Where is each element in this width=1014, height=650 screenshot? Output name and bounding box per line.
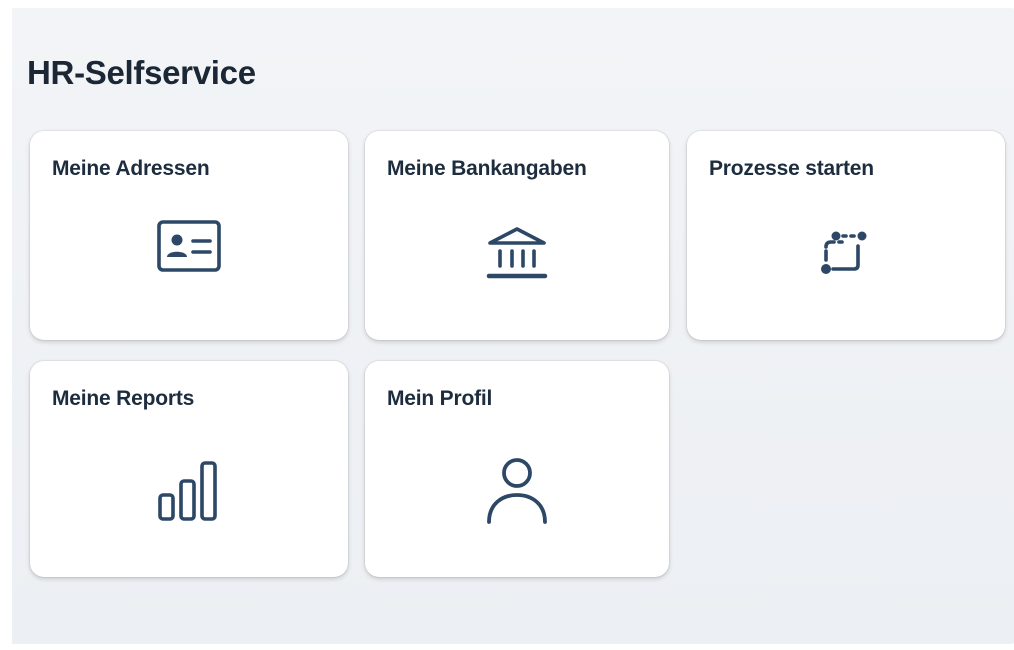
- tile-title: Meine Bankangaben: [387, 157, 587, 180]
- tile-title: Prozesse starten: [709, 157, 874, 180]
- bar-chart-icon: [30, 459, 348, 523]
- tile-prozesse-starten[interactable]: Prozesse starten: [687, 131, 1005, 340]
- tile-mein-profil[interactable]: Mein Profil: [365, 361, 669, 577]
- page-title: HR-Selfservice: [27, 54, 256, 91]
- tile-meine-bankangaben[interactable]: Meine Bankangaben: [365, 131, 669, 340]
- tile-title: Mein Profil: [387, 387, 493, 410]
- tile-title: Meine Reports: [52, 387, 195, 410]
- user-profile-icon: [365, 456, 669, 526]
- bank-icon: [365, 224, 669, 282]
- address-card-icon: [30, 219, 348, 273]
- tile-title: Meine Adressen: [52, 157, 210, 180]
- process-flow-icon: [687, 225, 1005, 279]
- launchpad-page: HR-Selfservice Meine Adressen Meine Bank…: [12, 8, 1014, 644]
- tile-meine-adressen[interactable]: Meine Adressen: [30, 131, 348, 340]
- tile-meine-reports[interactable]: Meine Reports: [30, 361, 348, 577]
